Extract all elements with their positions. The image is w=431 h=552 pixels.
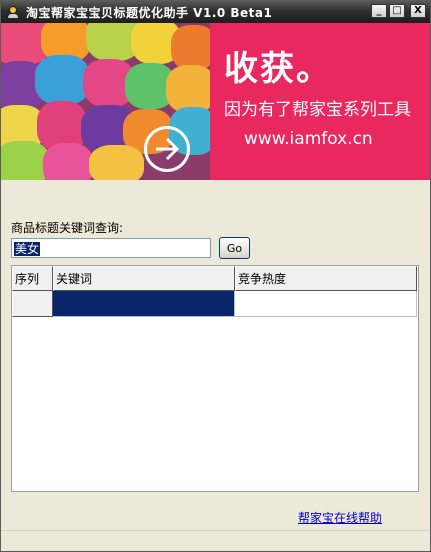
online-help-link[interactable]: 帮家宝在线帮助 [298,509,382,526]
table-row[interactable] [12,291,417,317]
promo-subline: 因为有了帮家宝系列工具 [224,100,411,120]
promo-banner[interactable]: 收获。 因为有了帮家宝系列工具 www.iamfox.cn [1,23,430,180]
window-title: 淘宝帮家宝宝贝标题优化助手 V1.0 Beta1 [26,5,273,20]
results-grid[interactable]: 序列 关键词 竞争热度 [11,265,419,492]
promo-headline: 收获。 [224,49,332,89]
window-controls: _ □ X [371,4,426,18]
grid-header: 序列 关键词 竞争热度 [12,266,417,291]
keyword-cell[interactable] [53,291,235,317]
search-label: 商品标题关键词查询: [11,221,124,235]
close-button[interactable]: X [410,4,426,18]
heat-cell[interactable] [235,291,417,317]
status-divider [1,530,430,531]
promo-panel: 收获。 因为有了帮家宝系列工具 www.iamfox.cn [210,23,430,180]
maximize-button[interactable]: □ [389,4,405,18]
app-window: 淘宝帮家宝宝贝标题优化助手 V1.0 Beta1 _ □ X 收获。 因为有了帮… [0,0,431,552]
promo-url: www.iamfox.cn [244,129,373,149]
column-header-heat[interactable]: 竞争热度 [235,266,417,291]
row-index-cell[interactable] [12,291,53,317]
title-bar[interactable]: 淘宝帮家宝宝贝标题优化助手 V1.0 Beta1 _ □ X [1,1,430,23]
banner-photo [1,23,210,180]
app-icon [6,5,20,19]
column-header-keyword[interactable]: 关键词 [53,266,235,291]
arrow-right-icon[interactable] [144,126,190,172]
search-input-value: 美女 [14,242,41,256]
minimize-button[interactable]: _ [371,4,387,18]
column-header-index[interactable]: 序列 [12,266,53,291]
go-button[interactable]: Go [219,237,250,259]
keyword-search-input[interactable]: 美女 [11,238,211,258]
